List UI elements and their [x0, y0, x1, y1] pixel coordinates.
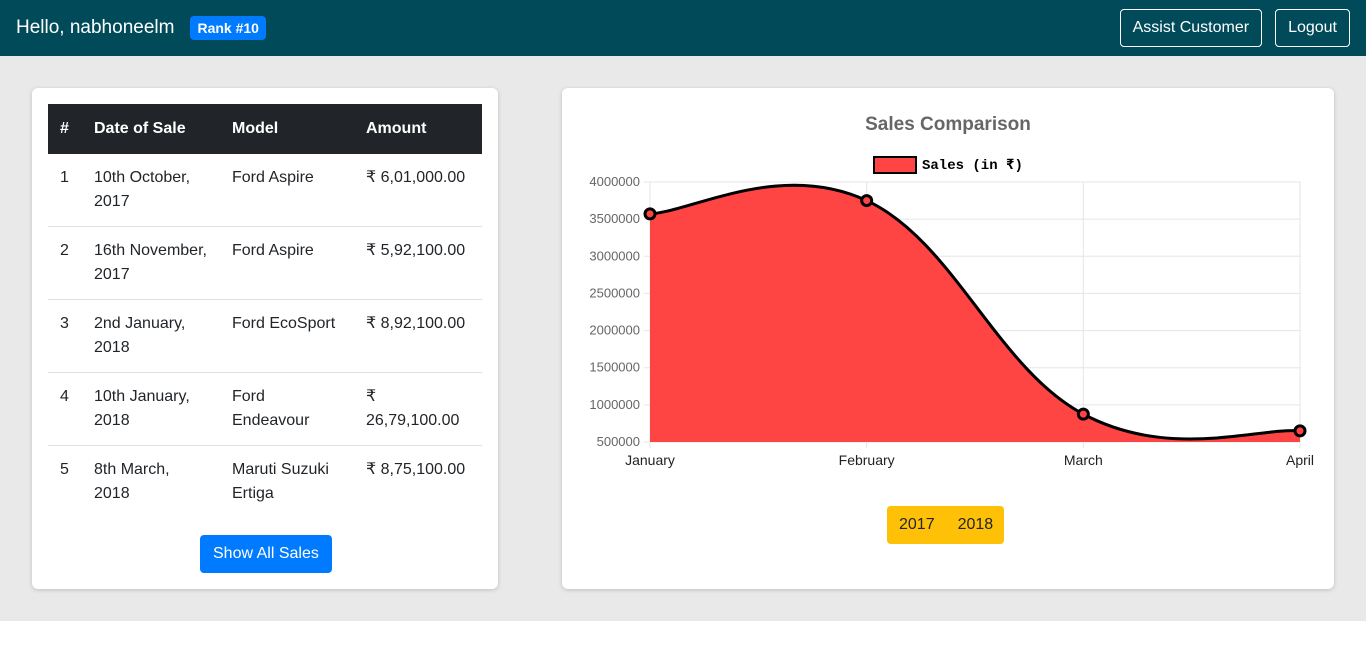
table-row: 1 10th October, 2017 Ford Aspire ₹ 6,01,… — [48, 154, 482, 227]
show-all-sales-button[interactable]: Show All Sales — [200, 535, 332, 573]
y-tick-label: 4000000 — [589, 174, 640, 189]
navbar-actions: Assist Customer Logout — [1119, 9, 1350, 47]
x-tick-label: April — [1286, 452, 1314, 468]
row-index: 4 — [48, 372, 82, 446]
legend-label: Sales (in ₹) — [922, 158, 1023, 174]
y-tick-label: 2500000 — [589, 285, 640, 300]
sales-area-chart: 4000000 3500000 3000000 2500000 2000000 15000… — [589, 156, 1314, 468]
greeting-text: Hello, nabhoneelm — [16, 17, 175, 38]
sales-table: # Date of Sale Model Amount 1 10th Octob… — [48, 104, 482, 518]
x-tick-label: January — [625, 452, 675, 468]
row-date: 8th March, 2018 — [82, 445, 220, 518]
table-header-row: # Date of Sale Model Amount — [48, 104, 482, 154]
assist-customer-button[interactable]: Assist Customer — [1119, 9, 1263, 47]
row-date: 10th January, 2018 — [82, 372, 220, 446]
column-header-model: Model — [232, 120, 279, 137]
rank-badge: Rank #10 — [190, 16, 266, 40]
year-toggle-group: 2017 2018 — [887, 506, 1005, 544]
y-tick-label: 1500000 — [589, 360, 640, 375]
column-header-amount: Amount — [366, 120, 427, 137]
table-row: 3 2nd January, 2018 Ford EcoSport ₹ 8,92… — [48, 299, 482, 373]
y-tick-label: 1000000 — [589, 397, 640, 412]
logout-button[interactable]: Logout — [1275, 9, 1350, 47]
row-amount: ₹ 8,92,100.00 — [354, 299, 482, 373]
year-2018-button[interactable]: 2018 — [945, 506, 1005, 544]
row-model: Ford Endeavour — [220, 372, 354, 446]
table-row: 5 8th March, 2018 Maruti Suzuki Ertiga ₹… — [48, 445, 482, 518]
table-row: 4 10th January, 2018 Ford Endeavour ₹ 26… — [48, 372, 482, 446]
row-model: Ford Aspire — [232, 169, 314, 186]
row-date: 10th October, 2017 — [94, 169, 191, 210]
row-amount: ₹ 6,01,000.00 — [366, 169, 466, 186]
row-amount: ₹ 26,79,100.00 — [354, 372, 482, 446]
y-tick-label: 2000000 — [589, 323, 640, 338]
x-tick-label: February — [839, 452, 895, 468]
legend-swatch — [873, 156, 917, 174]
column-header-index: # — [60, 120, 69, 137]
row-model: Maruti Suzuki Ertiga — [220, 445, 354, 518]
row-amount: ₹ 5,92,100.00 — [354, 226, 482, 300]
row-index: 1 — [60, 169, 69, 186]
y-tick-label: 500000 — [597, 434, 640, 449]
data-point — [643, 207, 657, 221]
row-model: Ford Aspire — [220, 226, 354, 300]
year-2017-button[interactable]: 2017 — [887, 506, 946, 544]
data-point — [860, 194, 874, 208]
table-row: 2 16th November, 2017 Ford Aspire ₹ 5,92… — [48, 226, 482, 300]
series-area — [650, 185, 1300, 443]
row-date: 16th November, 2017 — [82, 226, 220, 300]
data-point — [1076, 407, 1090, 421]
column-header-date: Date of Sale — [94, 120, 186, 137]
row-date: 2nd January, 2018 — [82, 299, 220, 373]
y-tick-label: 3500000 — [589, 211, 640, 226]
row-index: 5 — [48, 445, 82, 518]
x-tick-label: March — [1064, 452, 1103, 468]
sales-chart-card: Sales Comparison 4000000 3500000 3000000 25… — [562, 88, 1334, 589]
row-amount: ₹ 8,75,100.00 — [354, 445, 482, 518]
row-index: 2 — [48, 226, 82, 300]
row-index: 3 — [48, 299, 82, 373]
sales-table-card: # Date of Sale Model Amount 1 10th Octob… — [32, 88, 498, 589]
data-point — [1293, 424, 1307, 438]
top-navbar: Hello, nabhoneelm Rank #10 Assist Custom… — [0, 0, 1366, 56]
y-tick-label: 3000000 — [589, 248, 640, 263]
row-model: Ford EcoSport — [220, 299, 354, 373]
